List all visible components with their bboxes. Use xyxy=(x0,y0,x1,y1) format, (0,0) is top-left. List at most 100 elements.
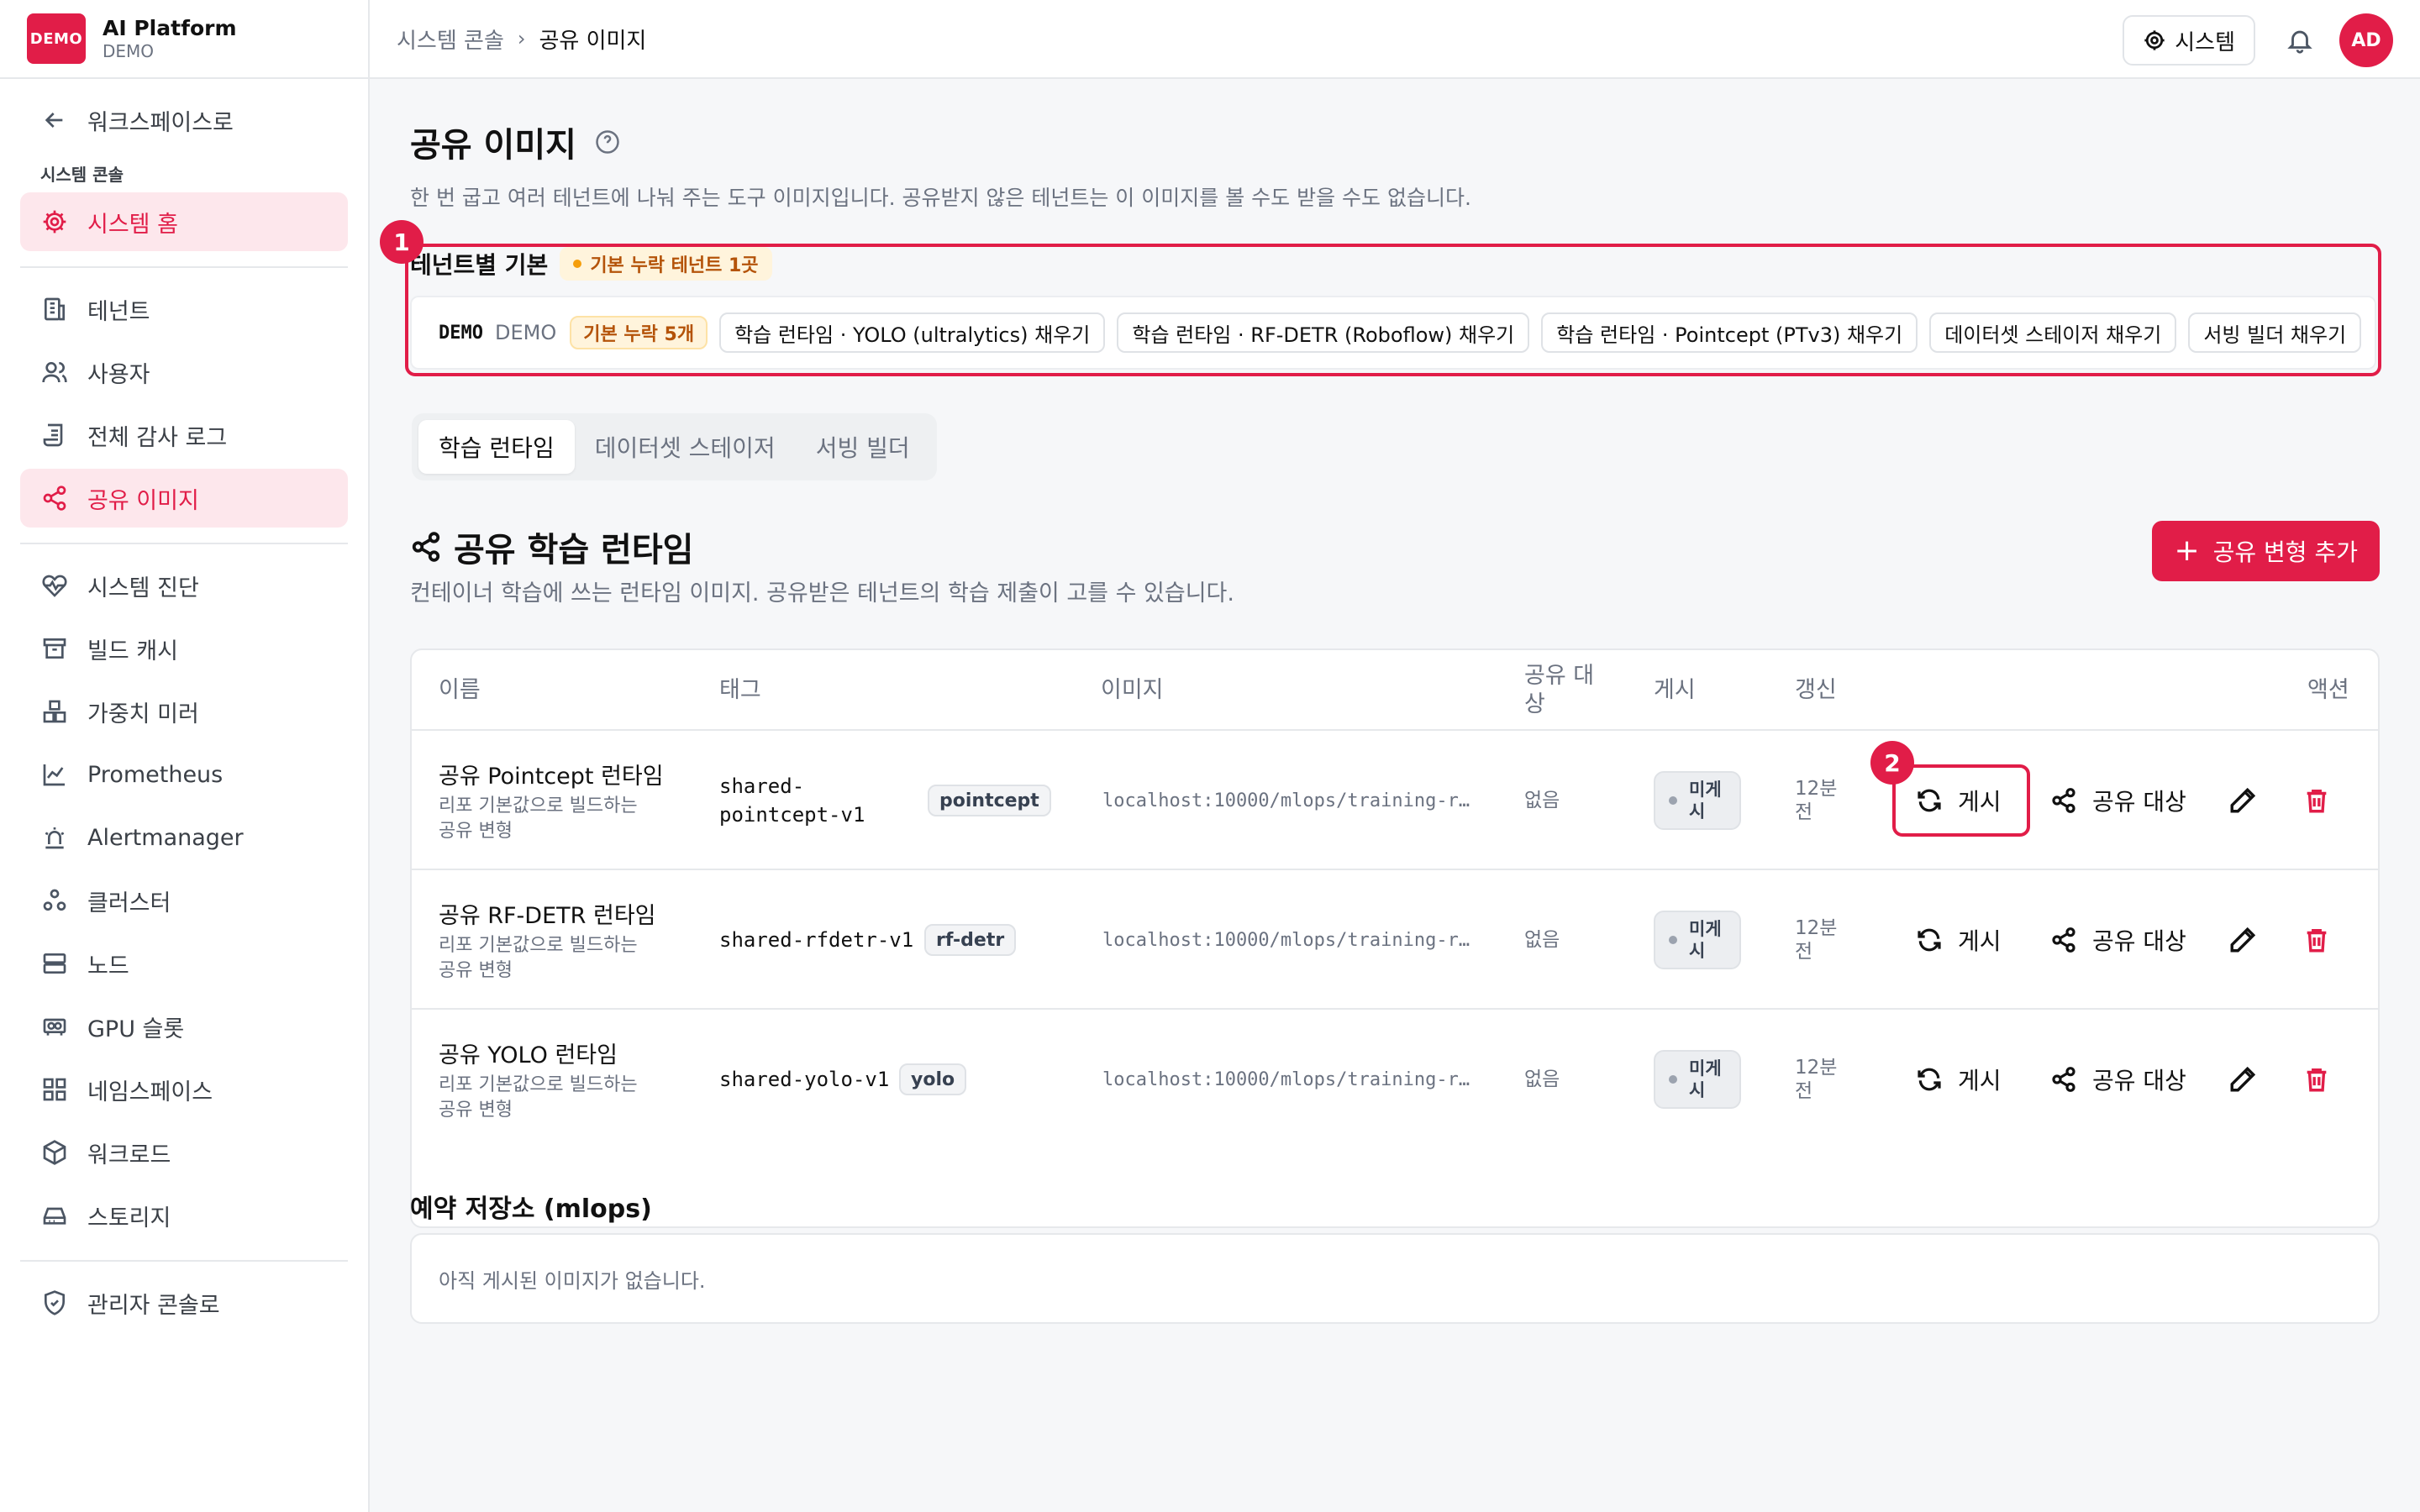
edit-button[interactable] xyxy=(2228,1010,2257,1149)
sidebar-item-label: 워크로드 xyxy=(87,1142,171,1168)
package-icon xyxy=(40,1138,69,1167)
row-name: 공유 Pointcept 런타임 xyxy=(439,763,664,790)
table-header: 이름 태그 이미지 공유 대 상 게시 갱신 액션 xyxy=(412,650,2378,731)
annotation-marker-2: 2 xyxy=(1870,741,1914,785)
bell-icon[interactable] xyxy=(2286,26,2314,55)
status-line1: 미게 xyxy=(1689,1058,1722,1079)
share-target-button[interactable]: 공유 대상 xyxy=(2050,1010,2186,1149)
sidebar-item-diagnostics[interactable]: 시스템 진단 xyxy=(20,556,348,615)
sidebar-item-storage[interactable]: 스토리지 xyxy=(20,1186,348,1245)
row-share-target: 없음 xyxy=(1524,1068,1560,1090)
publish-button-label: 게시 xyxy=(1958,927,2002,955)
users-icon xyxy=(40,358,69,386)
plus-icon: + xyxy=(2174,533,2200,568)
sidebar-item-alertmanager[interactable]: Alertmanager xyxy=(20,808,348,867)
chevron-right-icon: › xyxy=(517,27,526,50)
sidebar-item-tenants[interactable]: 테넌트 xyxy=(20,280,348,339)
row-tag-pill: rf-detr xyxy=(924,924,1017,956)
shared-runtime-table: 이름 태그 이미지 공유 대 상 게시 갱신 액션 공유 Pointcept 런… xyxy=(410,648,2380,1228)
sidebar-item-label: 네임스페이스 xyxy=(87,1079,213,1105)
sidebar-item-system-home[interactable]: 시스템 홈 xyxy=(20,192,348,251)
chart-icon xyxy=(40,760,69,789)
tab-serving-builder[interactable]: 서빙 빌더 xyxy=(796,420,930,474)
fill-rfdetr-chip[interactable]: 학습 런타임 · RF-DETR (Roboflow) 채우기 xyxy=(1117,312,1530,353)
sidebar-item-users[interactable]: 사용자 xyxy=(20,343,348,402)
row-image: localhost:10000/mlops/training-r… xyxy=(1102,790,1470,811)
tab-training-runtime[interactable]: 학습 런타임 xyxy=(418,420,575,474)
page-description: 한 번 굽고 여러 테넌트에 나눠 주는 도구 이미지입니다. 공유받지 않은 … xyxy=(410,186,1471,210)
share-target-button[interactable]: 공유 대상 xyxy=(2050,731,2186,870)
status-dot xyxy=(1669,796,1677,805)
fill-pointcept-chip[interactable]: 학습 런타임 · Pointcept (PTv3) 채우기 xyxy=(1541,312,1918,353)
page-title: 공유 이미지 xyxy=(410,126,576,165)
server-icon xyxy=(40,949,69,978)
tenant-defaults-row: DEMO DEMO 기본 누락 5개 학습 런타임 · YOLO (ultral… xyxy=(410,296,2376,370)
row-image: localhost:10000/mlops/training-r… xyxy=(1102,929,1470,951)
breadcrumb-current: 공유 이미지 xyxy=(539,28,647,54)
row-tag: shared-yolo-v1 xyxy=(719,1068,890,1091)
gear-icon xyxy=(40,207,69,236)
publish-button[interactable]: 게시 xyxy=(1916,870,2002,1010)
brand[interactable]: DEMO AI Platform DEMO xyxy=(0,0,368,79)
row-updated-line1: 12분 xyxy=(1795,917,1838,939)
section-title: 공유 학습 런타임 xyxy=(454,531,694,570)
sidebar-item-workloads[interactable]: 워크로드 xyxy=(20,1123,348,1182)
sidebar-item-weight-mirror[interactable]: 가중치 미러 xyxy=(20,682,348,741)
system-button[interactable]: 시스템 xyxy=(2123,15,2255,66)
sidebar-item-back-to-workspace[interactable]: 워크스페이스로 xyxy=(20,91,348,150)
avatar[interactable]: AD xyxy=(2339,13,2393,67)
share-icon xyxy=(2052,788,2075,813)
sidebar-item-shared-images[interactable]: 공유 이미지 xyxy=(20,469,348,528)
row-tag-line2: pointcept-v1 xyxy=(719,803,865,827)
sidebar-item-label: 노드 xyxy=(87,953,129,979)
refresh-icon xyxy=(1918,789,1941,812)
sidebar-item-label: 클러스터 xyxy=(87,890,171,916)
help-circle-icon[interactable] xyxy=(595,129,620,155)
fill-serving-builder-chip[interactable]: 서빙 빌더 채우기 xyxy=(2188,312,2362,353)
sidebar-item-cluster[interactable]: 클러스터 xyxy=(20,871,348,930)
edit-button[interactable] xyxy=(2228,870,2257,1010)
sidebar-item-label: 시스템 홈 xyxy=(87,211,178,238)
sidebar-item-audit-log[interactable]: 전체 감사 로그 xyxy=(20,406,348,465)
sidebar-item-label: 관리자 콘솔로 xyxy=(87,1292,220,1319)
add-shared-variant-button[interactable]: + 공유 변형 추가 xyxy=(2152,521,2380,581)
brand-sub: DEMO xyxy=(103,41,155,61)
edit-button[interactable] xyxy=(2228,731,2257,870)
row-share-target: 없음 xyxy=(1524,790,1560,811)
fill-dataset-stager-chip[interactable]: 데이터셋 스테이저 채우기 xyxy=(1929,312,2177,353)
fill-yolo-chip[interactable]: 학습 런타임 · YOLO (ultralytics) 채우기 xyxy=(719,312,1106,353)
sidebar-item-admin-console[interactable]: 관리자 콘솔로 xyxy=(20,1273,348,1332)
sidebar-item-namespaces[interactable]: 네임스페이스 xyxy=(20,1060,348,1119)
arrow-left-icon xyxy=(40,106,69,134)
row-name: 공유 YOLO 런타임 xyxy=(439,1042,618,1068)
publish-button[interactable]: 게시 xyxy=(1916,731,2002,870)
missing-tenant-badge-label: 기본 누락 테넌트 1곳 xyxy=(590,255,759,276)
share-icon xyxy=(2052,927,2075,953)
publish-button[interactable]: 게시 xyxy=(1916,1010,2002,1149)
tab-dataset-stager[interactable]: 데이터셋 스테이저 xyxy=(575,420,796,474)
shield-check-icon xyxy=(40,1289,69,1317)
delete-button[interactable] xyxy=(2302,870,2331,1010)
gear-icon xyxy=(2144,30,2165,50)
sidebar-item-gpu-slots[interactable]: GPU 슬롯 xyxy=(20,997,348,1056)
row-name: 공유 RF-DETR 런타임 xyxy=(439,902,656,929)
sidebar-item-build-cache[interactable]: 빌드 캐시 xyxy=(20,619,348,678)
share-target-button[interactable]: 공유 대상 xyxy=(2050,870,2186,1010)
breadcrumb-root[interactable]: 시스템 콘솔 xyxy=(397,24,504,55)
sidebar-item-prometheus[interactable]: Prometheus xyxy=(20,745,348,804)
drive-icon xyxy=(40,1201,69,1230)
share-target-button-label: 공유 대상 xyxy=(2092,1067,2186,1095)
missing-tenant-badge: 기본 누락 테넌트 1곳 xyxy=(560,247,772,281)
row-updated-line2: 전 xyxy=(1795,941,1813,963)
delete-button[interactable] xyxy=(2302,1010,2331,1149)
sidebar-item-nodes[interactable]: 노드 xyxy=(20,934,348,993)
brand-name: AI Platform xyxy=(103,16,237,40)
col-header-publish: 게시 xyxy=(1654,677,1696,703)
row-updated-line2: 전 xyxy=(1795,1080,1813,1102)
reserved-repo-title: 예약 저장소 (mlops) xyxy=(410,1194,652,1224)
sidebar-item-label: 테넌트 xyxy=(87,298,150,325)
delete-button[interactable] xyxy=(2302,731,2331,870)
status-line1: 미게 xyxy=(1689,780,1722,800)
refresh-icon xyxy=(1918,928,1941,952)
row-share-target: 없음 xyxy=(1524,929,1560,951)
